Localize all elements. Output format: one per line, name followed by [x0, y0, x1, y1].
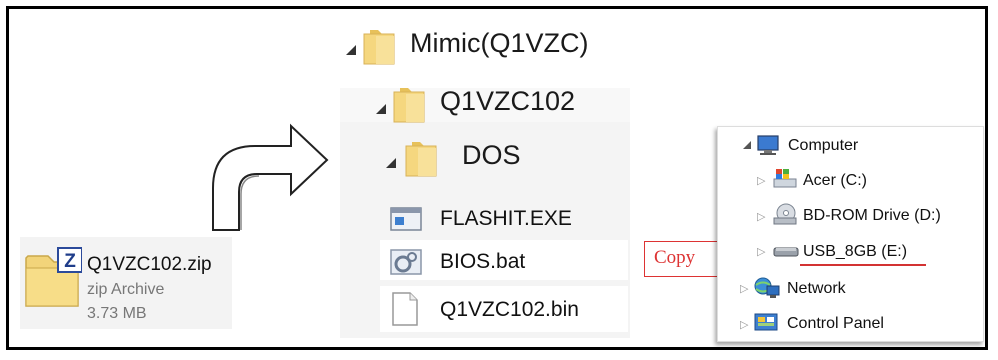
nav-item-computer[interactable]: Computer [788, 137, 858, 155]
zip-file-size: 3.73 MB [87, 305, 147, 322]
expand-arrow-icon[interactable] [345, 44, 357, 56]
zip-file-name: Q1VZC102.zip [87, 254, 212, 275]
windows-drive-icon [773, 169, 797, 188]
control-panel-icon [754, 313, 778, 331]
zip-file-type: zip Archive [87, 281, 165, 298]
nav-item-network[interactable]: Network [787, 280, 846, 298]
nav-item-acer-drive[interactable]: Acer (C:) [803, 172, 867, 190]
svg-text:Z: Z [64, 251, 76, 272]
expand-arrow-icon[interactable] [375, 103, 387, 115]
collapse-arrow-icon[interactable]: ▷ [740, 318, 748, 331]
file-name-bin[interactable]: Q1VZC102.bin [440, 298, 579, 322]
folder-icon [405, 142, 437, 177]
collapse-arrow-icon[interactable]: ▷ [757, 210, 765, 223]
file-name-bios[interactable]: BIOS.bat [440, 250, 525, 274]
usb-underline [800, 264, 926, 266]
explorer-navigation-pane [717, 126, 984, 342]
nav-item-control-panel[interactable]: Control Panel [787, 315, 884, 333]
nav-item-usb-drive[interactable]: USB_8GB (E:) [803, 243, 907, 261]
computer-icon [757, 135, 779, 155]
expand-arrow-icon[interactable] [385, 157, 397, 169]
copy-label: Copy [654, 247, 696, 268]
optical-drive-icon [773, 203, 797, 225]
usb-drive-icon [773, 247, 799, 257]
nav-item-bdrom-drive[interactable]: BD-ROM Drive (D:) [803, 207, 941, 225]
folder-icon [363, 30, 395, 65]
network-icon [754, 277, 780, 298]
tree-node-dos[interactable]: DOS [462, 140, 521, 171]
zip-archive-icon: Z [25, 247, 82, 307]
collapse-arrow-icon[interactable]: ▷ [740, 282, 748, 295]
tree-node-child[interactable]: Q1VZC102 [440, 86, 575, 117]
blank-file-icon [392, 292, 418, 326]
collapse-arrow-icon[interactable]: ▷ [757, 245, 765, 258]
exe-icon [390, 207, 422, 231]
file-name-flashit[interactable]: FLASHIT.EXE [440, 207, 572, 231]
curved-arrow-icon [212, 123, 329, 231]
folder-icon [393, 88, 425, 123]
collapse-arrow-icon[interactable]: ▷ [757, 174, 765, 187]
batch-file-icon [390, 249, 422, 275]
expand-arrow-icon[interactable] [742, 140, 752, 150]
tree-node-root[interactable]: Mimic(Q1VZC) [410, 28, 588, 59]
